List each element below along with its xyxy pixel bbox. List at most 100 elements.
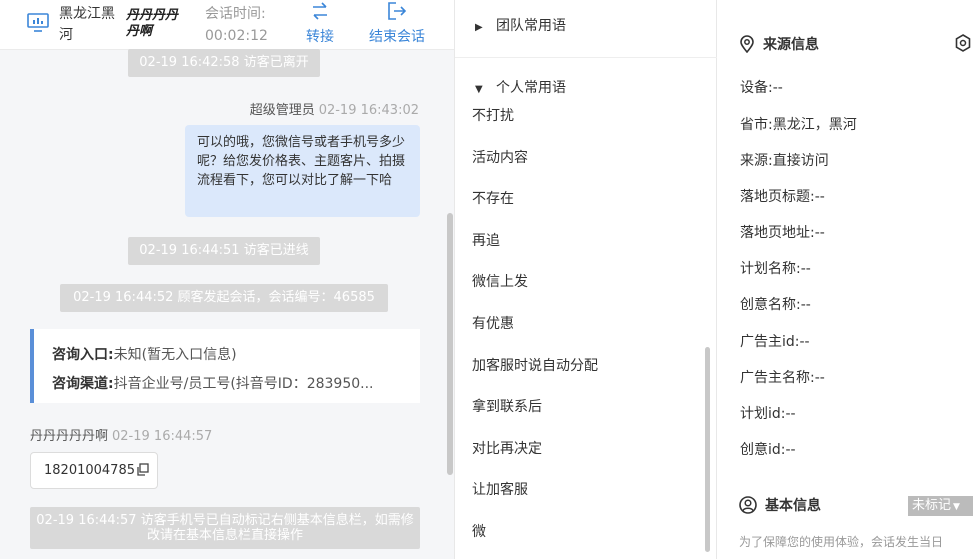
- phrase-item[interactable]: 活动内容: [472, 147, 528, 167]
- consult-entry-value: 未知(暂无入口信息): [113, 347, 237, 363]
- visitor-msg-name: 丹丹丹丹丹啊: [30, 429, 109, 444]
- copy-icon[interactable]: [136, 462, 149, 476]
- system-message-auto-mark: 02-19 16:44:57 访客手机号已自动标记右侧基本信息栏，如需修改请在基…: [30, 507, 420, 549]
- agent-message-bubble: 可以的哦，您微信号或者手机号多少呢？给您发价格表、主题客片、拍摄流程看下，您可以…: [185, 125, 420, 217]
- info-value: --: [785, 442, 796, 458]
- phrase-item[interactable]: 再追: [472, 230, 500, 250]
- phrase-item[interactable]: 不打扰: [472, 105, 514, 125]
- agent-message-time: 02-19 16:43:02: [318, 103, 419, 118]
- consult-channel-label: 咨询渠道:: [52, 376, 114, 392]
- phrase-item[interactable]: 不存在: [472, 188, 514, 208]
- info-row-advertiser-name: 广告主名称:--: [740, 367, 825, 387]
- info-label: 广告主id:: [740, 334, 800, 350]
- agent-message-meta: 超级管理员 02-19 16:43:02: [250, 99, 419, 118]
- exit-icon: [388, 2, 407, 20]
- visitor-name: 丹丹丹丹丹啊: [126, 8, 179, 39]
- visitor-message-meta: 丹丹丹丹丹啊 02-19 16:44:57: [30, 425, 212, 444]
- info-value: --: [800, 261, 811, 277]
- transfer-icon: [313, 2, 327, 20]
- phone-number: 18201004785: [44, 463, 135, 478]
- info-label: 创意名称:: [740, 297, 801, 313]
- agent-name: 超级管理员: [249, 103, 315, 118]
- phrases-scrollbar[interactable]: [705, 347, 710, 552]
- info-value: 黑龙江，黑河: [772, 117, 857, 133]
- consult-channel-value: 抖音企业号/员工号(抖音号ID：283950...: [113, 376, 374, 392]
- chat-panel: 黑龙江黑河 丹丹丹丹丹啊 会话时间: 00:02:12 转接 结束会话 02-1…: [0, 0, 455, 559]
- info-value: --: [814, 189, 825, 205]
- personal-phrases-group[interactable]: ▼ 个人常用语: [455, 77, 717, 97]
- phrase-item[interactable]: 有优惠: [472, 313, 514, 333]
- caret-right-icon: ▶: [475, 22, 483, 33]
- system-message-enter: 02-19 16:44:51 访客已进线: [128, 237, 320, 265]
- info-row-creative-name: 创意名称:--: [740, 294, 811, 314]
- phrase-item[interactable]: 拿到联系后: [472, 396, 542, 416]
- info-row-source: 来源:直接访问: [740, 150, 829, 170]
- duration-value: 00:02:12: [205, 28, 268, 44]
- info-label: 设备:: [740, 80, 773, 96]
- info-value: --: [814, 225, 825, 241]
- info-row-landing-url: 落地页地址:--: [740, 222, 825, 242]
- phrase-item[interactable]: 微信上发: [472, 271, 528, 291]
- personal-phrases-label: 个人常用语: [496, 80, 566, 96]
- info-value: --: [799, 334, 810, 350]
- visitor-message-time: 02-19 16:44:57: [112, 429, 213, 444]
- transfer-button[interactable]: 转接: [298, 2, 342, 46]
- info-row-advertiser-id: 广告主id:--: [740, 331, 810, 351]
- transfer-label: 转接: [306, 29, 334, 45]
- info-row-creative-id: 创意id:--: [740, 439, 796, 459]
- info-label: 落地页地址:: [740, 225, 815, 241]
- system-message-start: 02-19 16:44:52 顾客发起会话，会话编号：46585: [60, 284, 388, 312]
- divider: [455, 57, 717, 58]
- info-panel: 来源信息 设备:-- 省市:黑龙江，黑河 来源:直接访问 落地页标题:-- 落地…: [718, 0, 973, 559]
- mark-dropdown[interactable]: 未标记 ▼: [908, 496, 973, 516]
- info-row-region: 省市:黑龙江，黑河: [740, 114, 857, 134]
- source-info-title: 来源信息: [739, 34, 819, 54]
- monitor-icon: [27, 13, 49, 32]
- phrase-item[interactable]: 加客服时说自动分配: [472, 355, 598, 375]
- system-message-left: 02-19 16:42:58 访客已离开: [128, 49, 320, 77]
- info-label: 创意id:: [740, 442, 786, 458]
- caret-down-icon: ▼: [475, 84, 483, 95]
- info-label: 广告主名称:: [740, 370, 815, 386]
- consult-entry-label: 咨询入口:: [52, 347, 114, 363]
- team-phrases-label: 团队常用语: [496, 18, 566, 34]
- info-label: 省市:: [740, 117, 773, 133]
- basic-info-title: 基本信息: [739, 495, 821, 515]
- chat-header: 黑龙江黑河 丹丹丹丹丹啊 会话时间: 00:02:12 转接 结束会话: [0, 0, 454, 50]
- info-value: --: [800, 297, 811, 313]
- phrase-item[interactable]: 让加客服: [472, 479, 528, 499]
- info-label: 落地页标题:: [740, 189, 815, 205]
- info-value: --: [814, 370, 825, 386]
- visitor-message-bubble: 18201004785: [30, 452, 158, 489]
- info-value: --: [772, 80, 783, 96]
- end-chat-label: 结束会话: [369, 29, 425, 45]
- mark-label: 未标记: [912, 498, 952, 513]
- duration-label: 会话时间:: [205, 6, 266, 22]
- phrase-item[interactable]: 对比再决定: [472, 438, 542, 458]
- team-phrases-group[interactable]: ▶ 团队常用语: [455, 15, 717, 35]
- visitor-location: 黑龙江黑河: [59, 6, 115, 43]
- info-row-landing-title: 落地页标题:--: [740, 186, 825, 206]
- location-pin-icon: [740, 34, 754, 53]
- info-label: 来源:: [740, 153, 773, 169]
- dropdown-arrow-icon: ▼: [953, 502, 960, 512]
- consult-channel-row: 咨询渠道:抖音企业号/员工号(抖音号ID：283950...: [52, 370, 402, 399]
- end-chat-button[interactable]: 结束会话: [362, 2, 432, 46]
- info-row-plan-name: 计划名称:--: [740, 258, 811, 278]
- info-row-plan-id: 计划id:--: [740, 403, 796, 423]
- info-value: 直接访问: [772, 153, 829, 169]
- info-label: 计划名称:: [740, 261, 801, 277]
- consult-entry-row: 咨询入口:未知(暂无入口信息): [52, 341, 402, 370]
- source-info-label: 来源信息: [763, 37, 819, 53]
- info-row-device: 设备:--: [740, 77, 783, 97]
- basic-info-label: 基本信息: [765, 498, 821, 514]
- user-icon: [739, 495, 757, 514]
- consult-info-card: 咨询入口:未知(暂无入口信息) 咨询渠道:抖音企业号/员工号(抖音号ID：283…: [30, 329, 420, 403]
- settings-icon[interactable]: [954, 34, 972, 52]
- info-label: 计划id:: [740, 406, 786, 422]
- chat-scrollbar[interactable]: [447, 213, 453, 475]
- info-value: --: [785, 406, 796, 422]
- phrase-item[interactable]: 微: [472, 521, 486, 541]
- basic-info-note: 为了保障您的使用体验，会话发生当日: [739, 535, 944, 549]
- phrases-panel: ▶ 团队常用语 ▼ 个人常用语 不打扰 活动内容 不存在 再追 微信上发 有优惠 加…: [455, 0, 717, 559]
